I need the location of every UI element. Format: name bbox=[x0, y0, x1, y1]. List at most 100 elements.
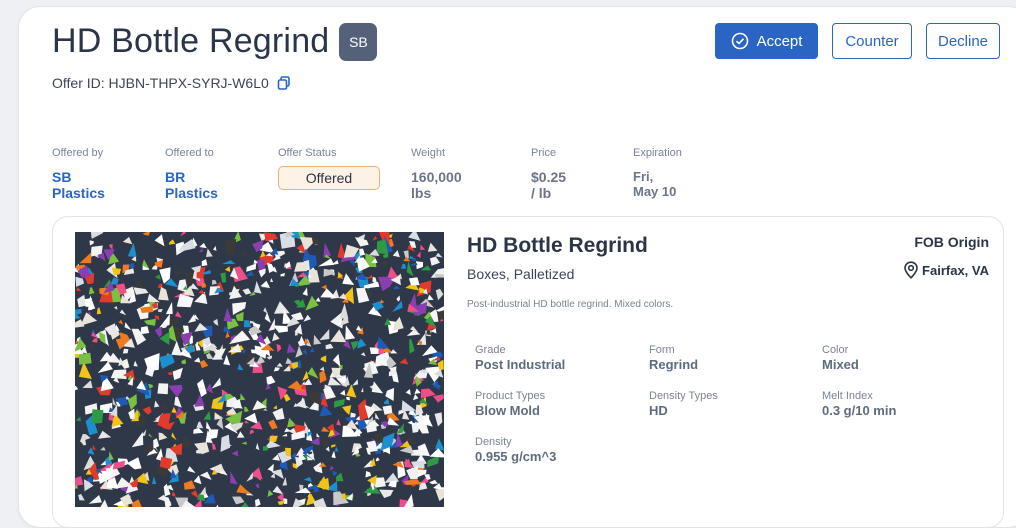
plastic-flake bbox=[372, 236, 378, 241]
plastic-flake bbox=[205, 383, 214, 394]
plastic-flake bbox=[320, 288, 337, 298]
plastic-flake bbox=[224, 239, 237, 257]
plastic-flake bbox=[122, 236, 133, 245]
plastic-flake bbox=[89, 240, 94, 246]
plastic-flake bbox=[321, 284, 327, 290]
plastic-flake bbox=[98, 430, 112, 439]
plastic-flake bbox=[237, 363, 244, 371]
decline-button[interactable]: Decline bbox=[926, 23, 1000, 59]
plastic-flake bbox=[153, 252, 159, 258]
plastic-flake bbox=[270, 278, 274, 283]
plastic-flake bbox=[246, 263, 257, 272]
plastic-flake bbox=[196, 421, 204, 429]
plastic-flake bbox=[346, 384, 357, 398]
plastic-flake bbox=[365, 471, 372, 478]
company-badge: SB bbox=[339, 22, 378, 61]
spec-value: 0.955 g/cm^3 bbox=[475, 449, 557, 464]
plastic-flake bbox=[345, 396, 350, 401]
plastic-flake bbox=[316, 432, 320, 438]
spec-product-types: Product Types Blow Mold bbox=[475, 390, 545, 418]
counter-button[interactable]: Counter bbox=[832, 23, 912, 59]
plastic-flake bbox=[409, 338, 415, 354]
offered-to-link[interactable]: BR Plastics bbox=[165, 169, 218, 201]
plastic-flake bbox=[162, 405, 168, 415]
meta-price: Price $0.25 / lb bbox=[531, 147, 566, 201]
plastic-flake bbox=[427, 242, 438, 252]
plastic-flake bbox=[350, 412, 356, 418]
plastic-flake bbox=[272, 332, 280, 342]
plastic-flake bbox=[401, 400, 416, 412]
plastic-flake bbox=[224, 266, 231, 272]
plastic-flake bbox=[407, 420, 414, 426]
plastic-flake bbox=[276, 343, 282, 353]
plastic-flake bbox=[281, 433, 288, 437]
plastic-flake bbox=[227, 343, 242, 353]
plastic-flake bbox=[236, 484, 251, 495]
plastic-flake bbox=[255, 442, 260, 451]
plastic-flake bbox=[78, 494, 85, 501]
plastic-flake bbox=[427, 294, 434, 301]
accept-button[interactable]: Accept bbox=[715, 23, 818, 59]
plastic-flake bbox=[302, 349, 308, 355]
plastic-flake bbox=[154, 400, 160, 408]
plastic-flake bbox=[332, 470, 337, 476]
plastic-flake bbox=[319, 404, 333, 417]
plastic-flake bbox=[342, 405, 352, 415]
plastic-flake bbox=[276, 362, 283, 367]
plastic-flake bbox=[108, 451, 114, 461]
listing-title: HD Bottle Regrind bbox=[467, 234, 648, 257]
plastic-flake bbox=[180, 232, 186, 237]
spec-density-types: Density Types HD bbox=[649, 390, 718, 418]
expiration-value: Fri, May 10 bbox=[633, 169, 677, 199]
plastic-flake bbox=[184, 272, 195, 284]
plastic-flake bbox=[158, 287, 169, 301]
plastic-flake bbox=[307, 367, 319, 379]
plastic-flake bbox=[167, 384, 183, 398]
plastic-flake bbox=[305, 295, 319, 311]
plastic-flake bbox=[435, 288, 444, 301]
listing-packaging: Boxes, Palletized bbox=[467, 266, 575, 282]
plastic-flake bbox=[169, 239, 176, 245]
plastic-flake bbox=[199, 486, 207, 495]
plastic-flake bbox=[260, 280, 271, 288]
plastic-flake bbox=[142, 232, 151, 236]
offered-by-link[interactable]: SB Plastics bbox=[52, 169, 105, 201]
plastic-flake bbox=[383, 398, 390, 405]
plastic-flake bbox=[76, 287, 81, 292]
plastic-flake bbox=[91, 409, 104, 424]
plastic-flake bbox=[158, 432, 168, 441]
plastic-flake bbox=[133, 287, 149, 295]
plastic-flake bbox=[206, 248, 213, 257]
plastic-flake bbox=[175, 311, 182, 318]
plastic-flake bbox=[339, 303, 349, 319]
plastic-flake bbox=[206, 421, 212, 431]
plastic-flake bbox=[272, 485, 284, 495]
plastic-flake bbox=[385, 387, 395, 401]
spec-label: Density Types bbox=[649, 390, 718, 402]
plastic-flake bbox=[245, 271, 254, 277]
plastic-flake bbox=[87, 475, 93, 483]
plastic-flake bbox=[159, 353, 175, 369]
spec-grade: Grade Post Industrial bbox=[475, 344, 565, 372]
spec-form: Form Regrind bbox=[649, 344, 698, 372]
plastic-flake bbox=[128, 262, 135, 269]
spec-label: Grade bbox=[475, 344, 506, 356]
plastic-flake bbox=[171, 492, 176, 497]
plastic-flake bbox=[190, 490, 199, 499]
copy-icon[interactable] bbox=[277, 76, 291, 90]
plastic-flake bbox=[75, 308, 82, 315]
plastic-flake bbox=[295, 345, 303, 358]
plastic-flake bbox=[174, 268, 182, 276]
product-image bbox=[75, 232, 444, 507]
plastic-flake bbox=[375, 457, 380, 462]
plastic-flake bbox=[434, 412, 443, 427]
plastic-flake bbox=[148, 383, 154, 389]
plastic-flake bbox=[253, 281, 262, 294]
plastic-flake bbox=[303, 314, 311, 322]
plastic-flake bbox=[267, 489, 274, 497]
plastic-flake bbox=[199, 471, 212, 480]
plastic-flake bbox=[345, 325, 356, 340]
plastic-flake bbox=[336, 472, 344, 482]
plastic-flake bbox=[325, 343, 334, 350]
plastic-flake bbox=[152, 476, 157, 485]
